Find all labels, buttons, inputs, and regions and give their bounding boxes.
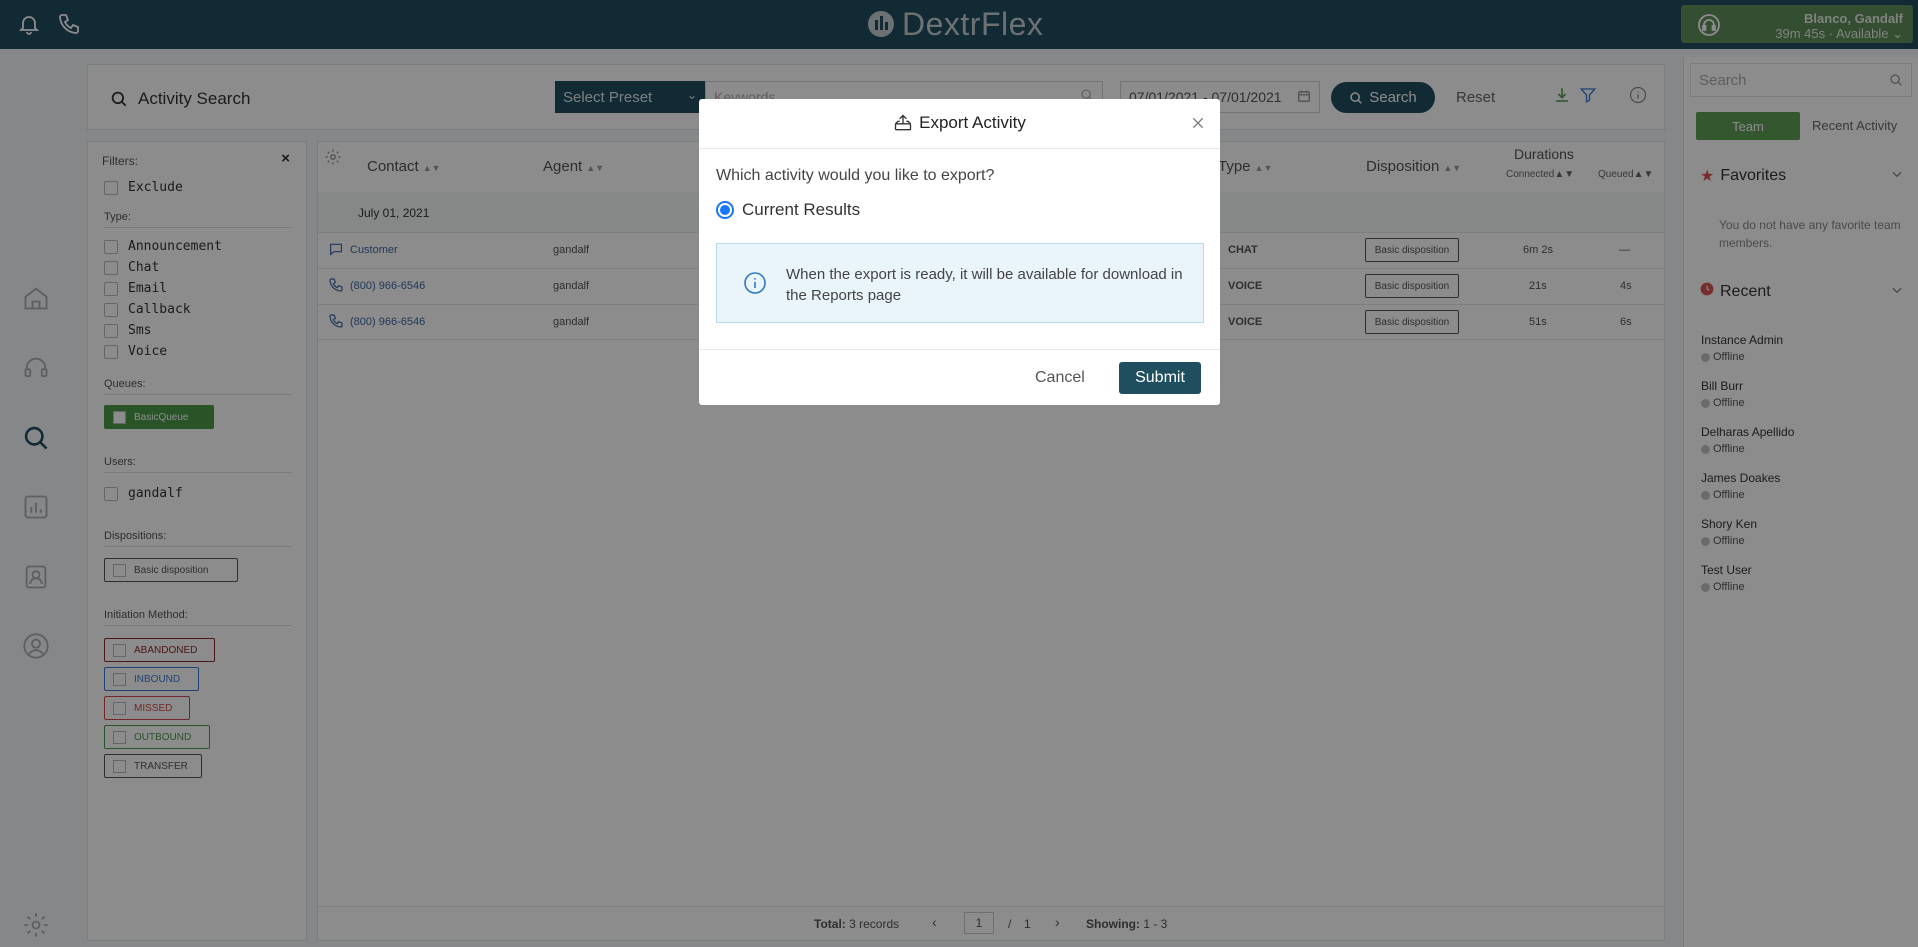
- modal-header: Export Activity: [699, 99, 1220, 149]
- info-message: When the export is ready, it will be ava…: [786, 266, 1183, 304]
- modal-footer: Cancel Submit: [699, 349, 1220, 405]
- radio-button[interactable]: [716, 201, 734, 219]
- info-icon: [743, 271, 767, 295]
- radio-dot: [720, 205, 730, 215]
- export-icon: [894, 114, 912, 131]
- modal-title: Export Activity: [699, 113, 1220, 133]
- close-icon[interactable]: [1190, 115, 1206, 131]
- info-alert: When the export is ready, it will be ava…: [716, 243, 1204, 323]
- export-activity-modal: Export Activity Which activity would you…: [699, 99, 1220, 405]
- export-question: Which activity would you like to export?: [716, 167, 995, 184]
- radio-label: Current Results: [742, 200, 861, 219]
- cancel-button[interactable]: Cancel: [1035, 369, 1085, 387]
- submit-button[interactable]: Submit: [1119, 362, 1201, 394]
- modal-title-text: Export Activity: [919, 113, 1026, 132]
- current-results-radio[interactable]: Current Results: [716, 200, 860, 220]
